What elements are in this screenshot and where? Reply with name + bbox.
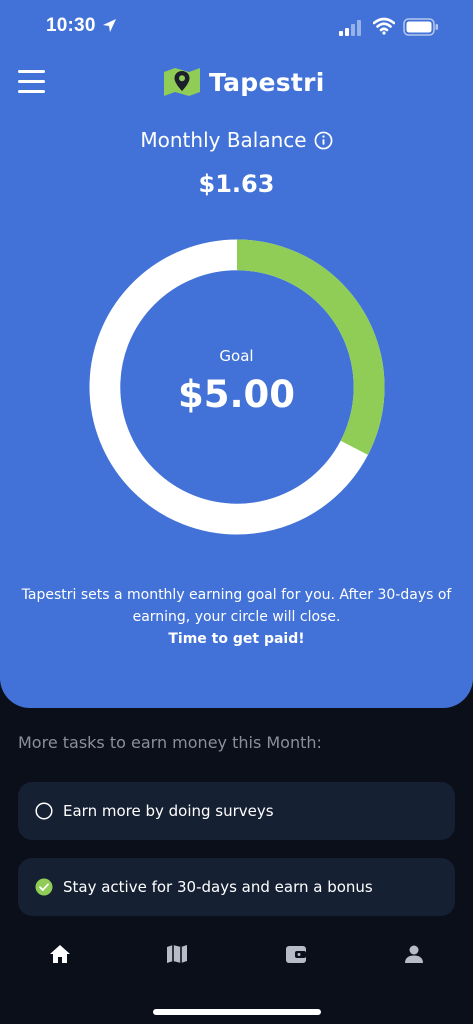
- app-logo: Tapestri: [163, 65, 325, 99]
- goal-description-emphasis: Time to get paid!: [168, 631, 305, 647]
- menu-bar: [18, 80, 45, 83]
- map-icon[interactable]: [165, 942, 189, 966]
- goal-description-text: Tapestri sets a monthly earning goal for…: [21, 587, 452, 625]
- battery-icon: [403, 18, 438, 36]
- balance-amount: $1.63: [198, 170, 275, 198]
- menu-bar: [18, 70, 45, 73]
- app-name: Tapestri: [209, 67, 325, 97]
- map-pin-flag-icon: [164, 68, 200, 96]
- goal-label: Goal: [219, 347, 254, 365]
- home-icon[interactable]: [48, 942, 72, 966]
- location-arrow-icon: [102, 18, 117, 33]
- task-item-surveys[interactable]: Earn more by doing surveys: [18, 782, 455, 840]
- task-item-active-bonus[interactable]: Stay active for 30-days and earn a bonus: [18, 858, 455, 916]
- balance-panel: 10:30 Tapestri Monthly Balance $1.63 Goa…: [0, 0, 473, 708]
- balance-title: Monthly Balance: [0, 128, 473, 152]
- status-bar: 10:30: [0, 0, 473, 58]
- unchecked-circle-icon: [35, 802, 53, 820]
- wifi-icon: [373, 17, 395, 35]
- task-label: Stay active for 30-days and earn a bonus: [63, 878, 373, 896]
- wallet-icon[interactable]: [284, 942, 308, 966]
- goal-description: Tapestri sets a monthly earning goal for…: [20, 584, 453, 650]
- tab-bar: [0, 930, 473, 980]
- profile-icon[interactable]: [402, 942, 426, 966]
- task-label: Earn more by doing surveys: [63, 802, 274, 820]
- tasks-heading: More tasks to earn money this Month:: [18, 733, 322, 752]
- info-icon[interactable]: [314, 131, 333, 150]
- home-indicator[interactable]: [153, 1009, 321, 1015]
- status-time: 10:30: [46, 15, 96, 36]
- balance-title-text: Monthly Balance: [140, 128, 307, 152]
- goal-amount: $5.00: [177, 373, 296, 416]
- check-circle-icon: [35, 878, 53, 896]
- menu-bar: [18, 90, 45, 93]
- cellular-signal-icon: [339, 20, 361, 36]
- menu-button[interactable]: [18, 70, 45, 94]
